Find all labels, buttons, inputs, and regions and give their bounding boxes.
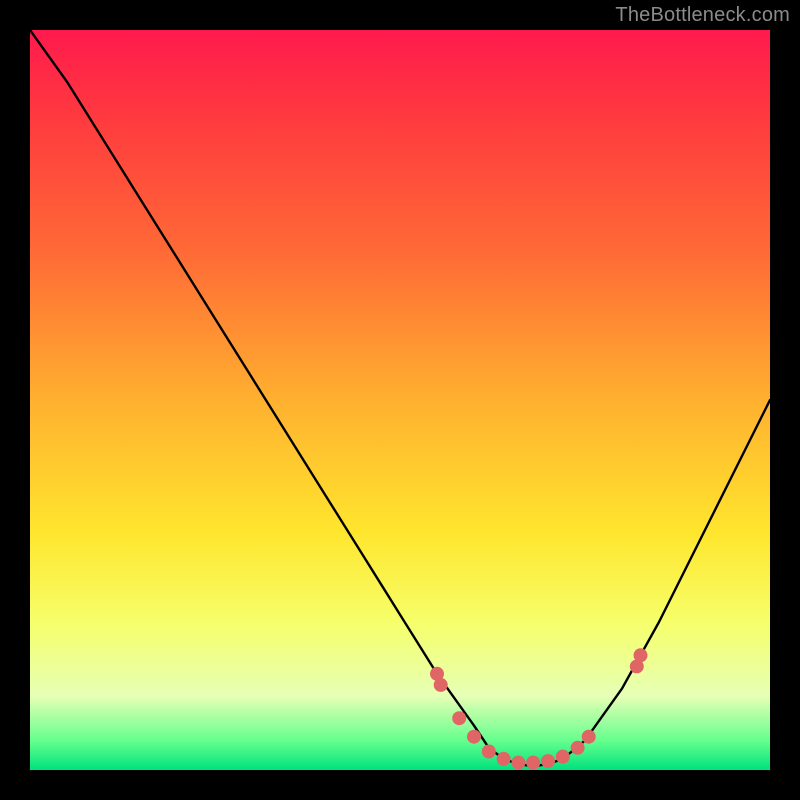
watermark-text: TheBottleneck.com bbox=[615, 4, 790, 27]
chart-frame: TheBottleneck.com bbox=[0, 0, 800, 800]
gradient-background bbox=[30, 30, 770, 770]
